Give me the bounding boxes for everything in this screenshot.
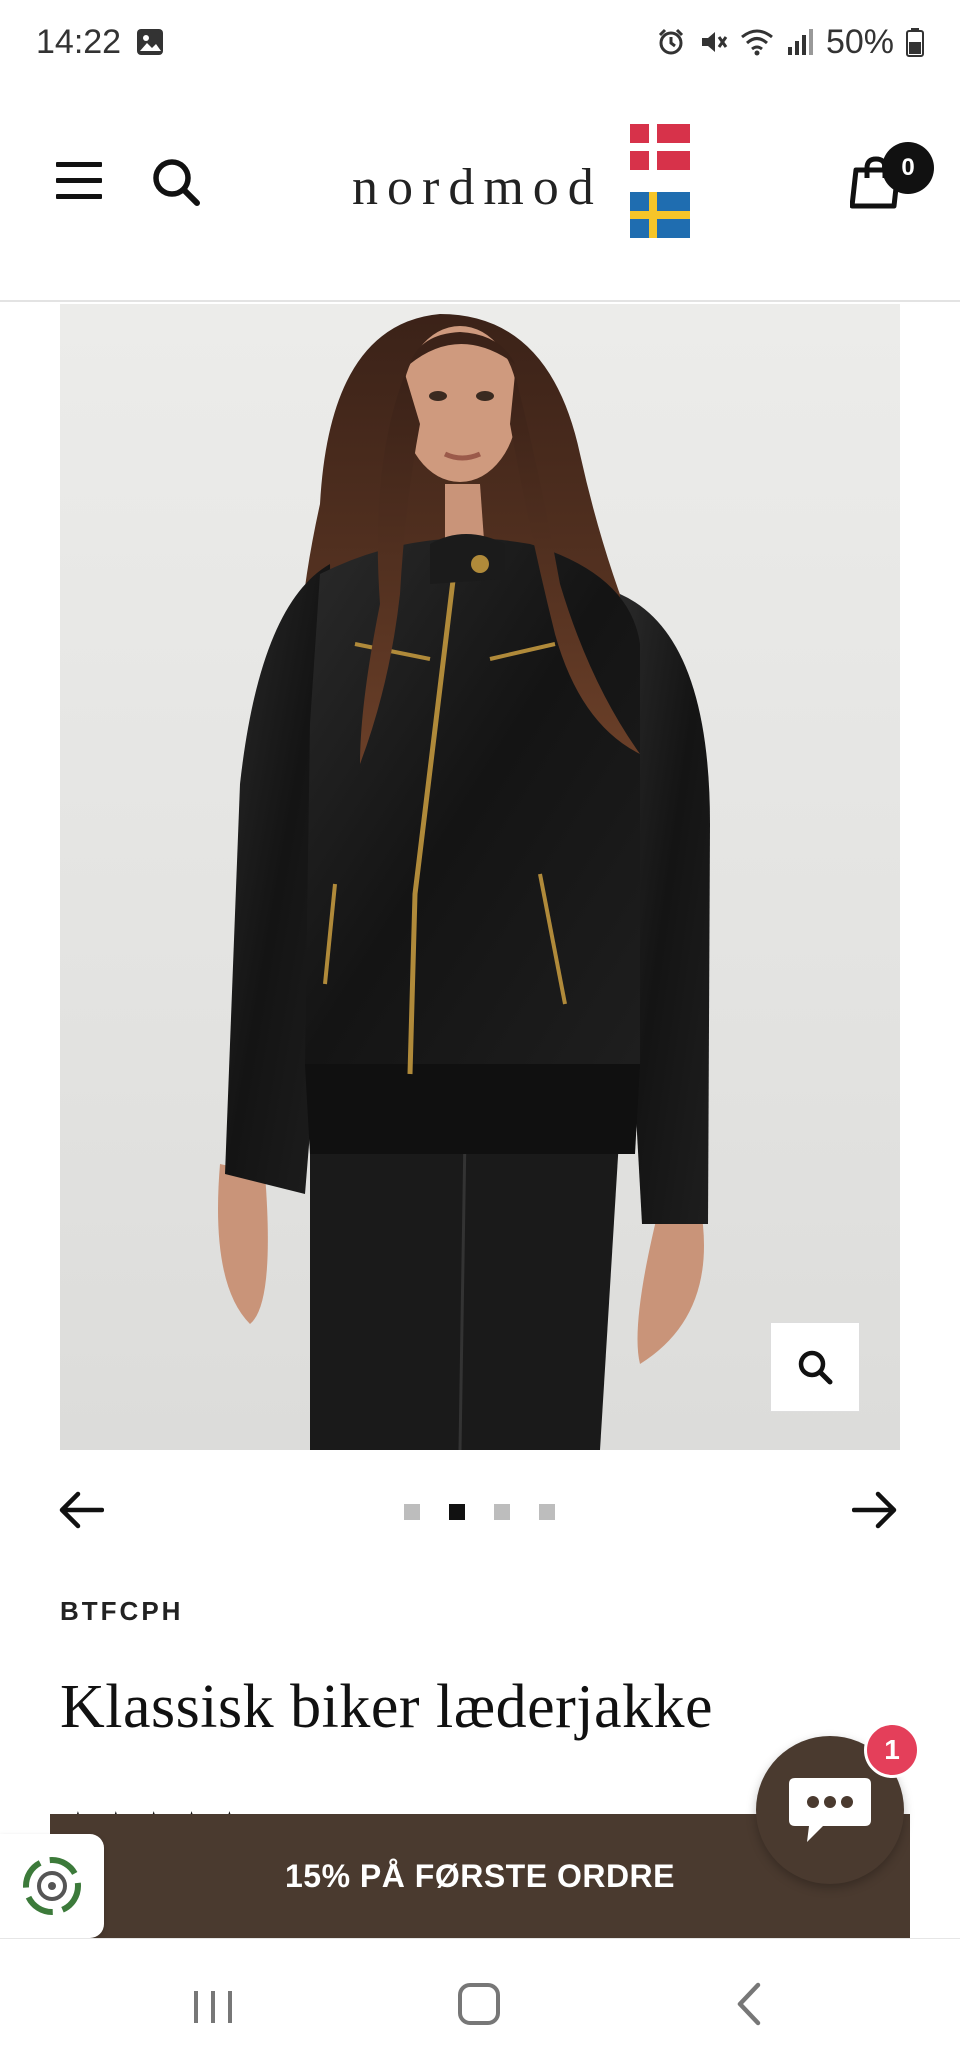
search-icon[interactable] [150, 156, 202, 208]
product-brand[interactable]: BTFCPH [60, 1596, 183, 1627]
promo-text: 15% PÅ FØRSTE ORDRE [284, 1857, 675, 1894]
menu-icon[interactable] [56, 162, 108, 206]
product-image[interactable] [60, 304, 900, 1450]
mute-icon [698, 27, 728, 57]
status-bar: 14:22 50% [0, 0, 960, 84]
carousel-dot[interactable] [494, 1504, 510, 1520]
recent-apps-icon[interactable] [190, 1987, 236, 2032]
back-icon[interactable] [734, 1981, 764, 2032]
product-title: Klassisk biker læderjakke [60, 1673, 714, 1741]
signal-icon [786, 27, 814, 57]
site-logo[interactable]: nordmod [352, 158, 603, 217]
carousel-dots [404, 1504, 555, 1520]
sweden-flag-icon[interactable] [630, 192, 690, 238]
previous-arrow-icon[interactable] [58, 1490, 105, 1530]
next-arrow-icon[interactable] [851, 1490, 898, 1530]
site-header: nordmod 0 [0, 84, 960, 302]
zoom-button[interactable] [770, 1322, 860, 1412]
eco-badge-icon[interactable] [0, 1834, 104, 1938]
status-time: 14:22 [36, 22, 122, 61]
wifi-icon [740, 27, 774, 57]
cart-count-badge: 0 [882, 142, 934, 194]
battery-percent: 50% [825, 22, 894, 61]
alarm-icon [656, 27, 686, 57]
battery-icon [906, 27, 924, 57]
denmark-flag-icon[interactable] [630, 124, 690, 170]
gallery-icon [135, 27, 165, 57]
home-icon[interactable] [458, 1983, 500, 2025]
chat-notification-badge: 1 [864, 1722, 920, 1778]
carousel-dot[interactable] [404, 1504, 420, 1520]
model-photo [218, 314, 710, 1450]
carousel-dot[interactable] [539, 1504, 555, 1520]
carousel-dot-active[interactable] [449, 1504, 465, 1520]
carousel-controls [0, 1482, 960, 1542]
zoom-icon [798, 1350, 833, 1385]
system-navigation-bar [0, 1938, 960, 2059]
chat-icon [789, 1778, 871, 1842]
